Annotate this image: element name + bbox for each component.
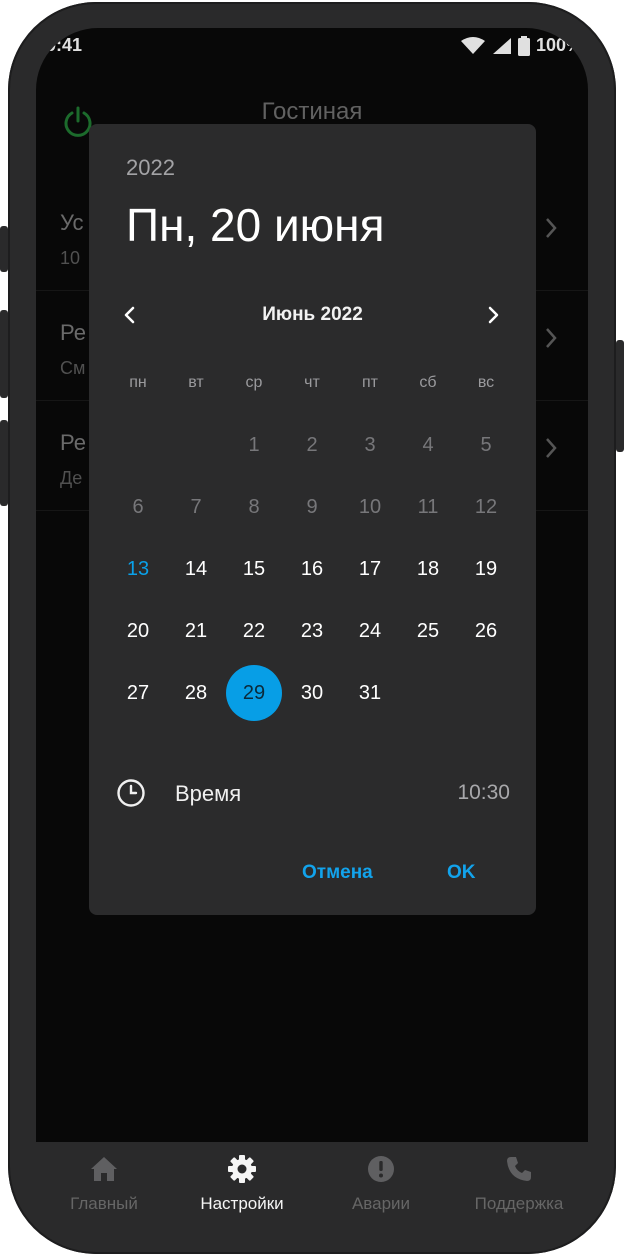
month-label: Июнь 2022 [262,304,363,325]
time-row[interactable]: Время 10:30 [89,768,536,818]
day-cell[interactable]: 7 [167,478,225,536]
day-cell[interactable]: 15 [225,540,283,598]
settings-row-subtitle: См [60,358,86,378]
time-value[interactable]: 10:30 [457,781,510,805]
settings-row-title: Ре [60,320,86,345]
cancel-button[interactable]: Отмена [302,862,373,884]
day-cell[interactable]: 21 [167,602,225,660]
day-cell[interactable]: 14 [167,540,225,598]
day-cell[interactable]: 30 [283,664,341,722]
signal-icon [492,37,511,54]
nav-item-support[interactable]: Поддержка [454,1154,584,1214]
alert-icon [368,1156,394,1182]
chevron-right-icon [546,438,557,458]
day-cell[interactable]: 6 [109,478,167,536]
phone-volume-up [0,310,8,398]
settings-row-title: Ус [60,210,84,235]
weekday-label: сб [419,374,437,391]
settings-row-title: Ре [60,430,86,455]
day-cell[interactable]: 2 [283,416,341,474]
status-time: 9:41 [46,35,83,55]
nav-label-support: Поддержка [474,1194,564,1213]
bottom-navigation: Главный Настройки Аварии Поддержка [36,1142,588,1226]
chevron-right-icon[interactable] [480,302,506,328]
year-selector[interactable]: 2022 [126,155,175,181]
nav-label-home: Главный [70,1194,138,1213]
room-title: Гостиная [261,98,363,125]
phone-icon [507,1157,531,1181]
chevron-right-icon [546,218,557,238]
chevron-right-icon [546,328,557,348]
day-cell[interactable]: 13 [109,540,167,598]
wifi-icon [460,36,485,54]
phone-volume-down [0,420,8,506]
battery-icon [517,35,530,56]
selected-date-header: Пн, 20 июня [126,199,385,251]
day-cell[interactable]: 24 [341,602,399,660]
nav-label-settings: Настройки [200,1194,284,1213]
day-cell[interactable]: 4 [399,416,457,474]
day-cell[interactable]: 18 [399,540,457,598]
home-icon [91,1157,117,1181]
day-cell[interactable]: 23 [283,602,341,660]
weekday-label: пн [129,374,147,391]
phone-power-button [616,340,624,452]
day-cell[interactable]: 10 [341,478,399,536]
day-cell[interactable]: 11 [399,478,457,536]
day-cell[interactable]: 28 [167,664,225,722]
day-number: 29 [242,682,266,704]
weekday-label: ср [245,374,263,391]
gear-icon [228,1155,256,1183]
day-cell[interactable]: 3 [341,416,399,474]
day-cell[interactable]: 5 [457,416,515,474]
day-cell[interactable]: 20 [109,602,167,660]
clock-icon [117,779,145,807]
nav-item-home[interactable]: Главный [39,1154,169,1214]
day-cell[interactable]: 27 [109,664,167,722]
date-picker-dialog: 2022 Пн, 20 июня Июнь 2022 пн вт ср чт пт сб в… [89,124,536,915]
weekday-label: вс [477,374,495,391]
settings-row-subtitle: Де [60,468,83,488]
day-cell[interactable]: 22 [225,602,283,660]
month-navigation: Июнь 2022 [89,300,536,330]
day-cell[interactable]: 9 [283,478,341,536]
settings-row-subtitle: 10 [60,248,81,268]
day-cell[interactable]: 16 [283,540,341,598]
day-cell-selected[interactable]: 29 [225,664,283,722]
day-cell[interactable]: 25 [399,602,457,660]
day-cell[interactable]: 12 [457,478,515,536]
day-cell[interactable]: 26 [457,602,515,660]
day-cell[interactable]: 8 [225,478,283,536]
weekday-label: чт [304,374,320,391]
day-cell[interactable]: 1 [225,416,283,474]
nav-label-alerts: Аварии [351,1194,411,1213]
nav-item-settings[interactable]: Настройки [177,1154,307,1214]
day-cell[interactable]: 17 [341,540,399,598]
status-bar: 9:41 100% [36,28,588,64]
battery-percent: 100% [535,35,582,55]
day-cell[interactable]: 19 [457,540,515,598]
weekday-label: вт [188,374,204,391]
day-cell[interactable]: 31 [341,664,399,722]
time-label: Время [175,781,242,806]
nav-item-alerts[interactable]: Аварии [316,1154,446,1214]
weekday-label: пт [362,374,378,391]
phone-side-button [0,226,8,272]
ok-button[interactable]: OK [447,862,476,884]
